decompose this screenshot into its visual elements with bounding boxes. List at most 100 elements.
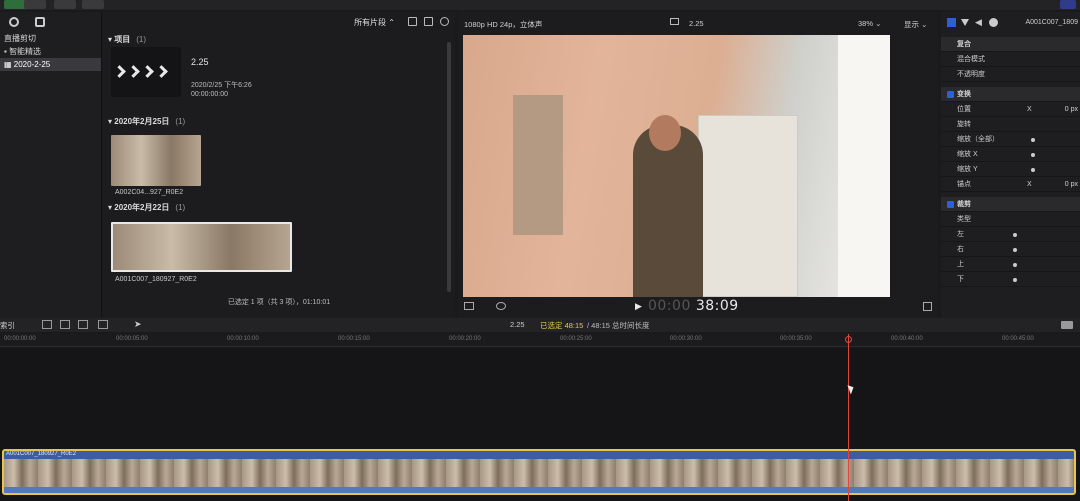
audio-icon[interactable]: ◀ bbox=[975, 17, 982, 28]
timeline-clip[interactable]: A001C007_180927_R0E2 bbox=[2, 449, 1076, 495]
viewer-project: 2.25 bbox=[689, 19, 704, 28]
display-dropdown[interactable]: 显示 ⌄ bbox=[904, 19, 927, 30]
library-item-live-cut[interactable]: 直播剪切 bbox=[0, 32, 101, 45]
keyframe-icon[interactable] bbox=[1013, 233, 1017, 237]
clip-appearance-toggle-icon[interactable] bbox=[1061, 321, 1073, 329]
index-button[interactable]: 索引 bbox=[0, 320, 15, 331]
background-tasks-icon[interactable] bbox=[82, 0, 104, 9]
row-crop-bottom[interactable]: 下 bbox=[941, 272, 1080, 287]
ruler-tick: 00:00:45:00 bbox=[1002, 336, 1034, 342]
timecode-display: 00:00 38:09 bbox=[648, 298, 739, 314]
keyframe-icon[interactable] bbox=[1031, 153, 1035, 157]
viewer-format: 1080p HD 24p，立体声 bbox=[464, 20, 543, 29]
section-2020-02-22[interactable]: ▾ 2020年2月22日 (1) bbox=[108, 202, 185, 213]
clip-appearance-icon[interactable] bbox=[424, 17, 433, 26]
search-icon[interactable] bbox=[440, 17, 449, 26]
timeline-ruler[interactable]: 00:00:00:00 00:00:05:00 00:00:10:00 00:0… bbox=[0, 334, 1080, 347]
window-image bbox=[838, 35, 890, 297]
video-inspector-icon[interactable] bbox=[947, 18, 956, 27]
row-scale-y[interactable]: 缩放 Y bbox=[941, 162, 1080, 177]
keyframe-icon[interactable] bbox=[1031, 168, 1035, 172]
timeline-total: / 48:15 总时间长度 bbox=[587, 321, 650, 330]
ruler-tick: 00:00:00:00 bbox=[4, 336, 36, 342]
project-duration: 00:00:00:00 bbox=[191, 91, 228, 98]
browser-status: 已选定 1 项（共 3 项），01:10:01 bbox=[227, 299, 331, 306]
fullscreen-icon[interactable] bbox=[923, 302, 932, 311]
ruler-tick: 00:00:40:00 bbox=[891, 336, 923, 342]
keyframe-icon[interactable] bbox=[1031, 138, 1035, 142]
clip-browser: 所有片段 ⌃ ▾ 项目 (1) 2.25 2020/2/25 下午6:26 00:… bbox=[103, 12, 455, 318]
row-crop-right[interactable]: 右 bbox=[941, 242, 1080, 257]
viewer-controls: ▶ 00:00 38:09 bbox=[458, 298, 938, 318]
library-item-smart-collections[interactable]: ▪ 智能精选 bbox=[0, 45, 101, 58]
key-icon[interactable] bbox=[54, 0, 76, 9]
ruler-tick: 00:00:10:00 bbox=[227, 336, 259, 342]
playhead[interactable] bbox=[848, 334, 849, 501]
row-anchor[interactable]: 锚点 X 0 px bbox=[941, 177, 1080, 192]
row-opacity[interactable]: 不透明度 bbox=[941, 67, 1080, 82]
photos-icon[interactable] bbox=[9, 17, 19, 27]
timeline-project-name: 2.25 bbox=[510, 320, 525, 329]
transform-tool-icon[interactable] bbox=[496, 302, 506, 310]
info-icon[interactable] bbox=[989, 18, 998, 27]
section-compositing[interactable]: 复合 bbox=[941, 37, 1080, 52]
view-options-icon[interactable] bbox=[464, 302, 474, 310]
playhead-handle[interactable] bbox=[845, 336, 852, 343]
ruler-tick: 00:00:05:00 bbox=[116, 336, 148, 342]
filter-icon[interactable] bbox=[961, 19, 969, 26]
keyframe-icon[interactable] bbox=[1013, 278, 1017, 282]
row-crop-type[interactable]: 类型 bbox=[941, 212, 1080, 227]
viewer-header: 1080p HD 24p，立体声 2.25 38% ⌄ 显示 ⌄ bbox=[458, 12, 938, 34]
section-crop[interactable]: 裁剪 bbox=[941, 197, 1080, 212]
filmstrip-toggle-icon[interactable] bbox=[408, 17, 417, 26]
inspector-clip-name: A001C007_1809 bbox=[1025, 19, 1078, 26]
download-icon[interactable] bbox=[24, 0, 46, 9]
library-item-event[interactable]: ▦ 2020-2-25 bbox=[0, 58, 101, 71]
workspace-icon[interactable] bbox=[1060, 0, 1076, 9]
insert-clip-icon[interactable] bbox=[60, 320, 70, 329]
transform-checkbox[interactable] bbox=[947, 91, 954, 98]
inspector-header: ◀ A001C007_1809 bbox=[941, 12, 1080, 34]
ruler-tick: 00:00:25:00 bbox=[560, 336, 592, 342]
keyframe-icon[interactable] bbox=[1013, 248, 1017, 252]
browser-scrollbar[interactable] bbox=[447, 42, 451, 292]
row-crop-top[interactable]: 上 bbox=[941, 257, 1080, 272]
row-scale-all[interactable]: 缩放（全部） bbox=[941, 132, 1080, 147]
ruler-tick: 00:00:20:00 bbox=[449, 336, 481, 342]
ruler-tick: 00:00:15:00 bbox=[338, 336, 370, 342]
import-button[interactable] bbox=[4, 0, 26, 9]
section-2020-02-25[interactable]: ▾ 2020年2月25日 (1) bbox=[108, 116, 185, 127]
ruler-tick: 00:00:35:00 bbox=[780, 336, 812, 342]
project-date: 2020/2/25 下午6:26 bbox=[191, 82, 252, 89]
play-icon[interactable]: ▶ bbox=[635, 301, 642, 312]
append-clip-icon[interactable] bbox=[78, 320, 88, 329]
keyframe-icon[interactable] bbox=[1013, 263, 1017, 267]
library-sidebar: 直播剪切 ▪ 智能精选 ▦ 2020-2-25 bbox=[0, 12, 102, 318]
zoom-dropdown[interactable]: 38% ⌄ bbox=[858, 19, 881, 28]
clapper-icon-4 bbox=[155, 65, 168, 78]
clip-thumbnail-1[interactable] bbox=[111, 135, 201, 186]
overwrite-clip-icon[interactable] bbox=[98, 320, 108, 329]
top-toolbar bbox=[0, 0, 1080, 10]
row-scale-x[interactable]: 缩放 X bbox=[941, 147, 1080, 162]
clip-filter-dropdown[interactable]: 所有片段 ⌃ bbox=[354, 17, 395, 28]
row-blend-mode[interactable]: 混合模式 bbox=[941, 52, 1080, 67]
video-frame bbox=[463, 35, 890, 297]
clapper-icon bbox=[113, 65, 126, 78]
clapper-icon-3 bbox=[141, 65, 154, 78]
shelf-image bbox=[513, 95, 563, 235]
crop-checkbox[interactable] bbox=[947, 201, 954, 208]
connect-clip-icon[interactable] bbox=[42, 320, 52, 329]
clapper-icon-2 bbox=[127, 65, 140, 78]
titles-icon[interactable] bbox=[35, 17, 45, 27]
select-tool-icon[interactable]: ➤ bbox=[134, 319, 142, 330]
section-transform[interactable]: 变换 bbox=[941, 87, 1080, 102]
section-projects[interactable]: ▾ 项目 (1) bbox=[108, 34, 146, 45]
row-crop-left[interactable]: 左 bbox=[941, 227, 1080, 242]
row-rotation[interactable]: 旋转 bbox=[941, 117, 1080, 132]
library-toolbar bbox=[0, 12, 101, 32]
clip-thumbnail-2[interactable] bbox=[111, 222, 292, 272]
project-thumbnail[interactable] bbox=[111, 47, 181, 97]
ruler-tick: 00:00:30:00 bbox=[670, 336, 702, 342]
row-position[interactable]: 位置 X 0 px bbox=[941, 102, 1080, 117]
